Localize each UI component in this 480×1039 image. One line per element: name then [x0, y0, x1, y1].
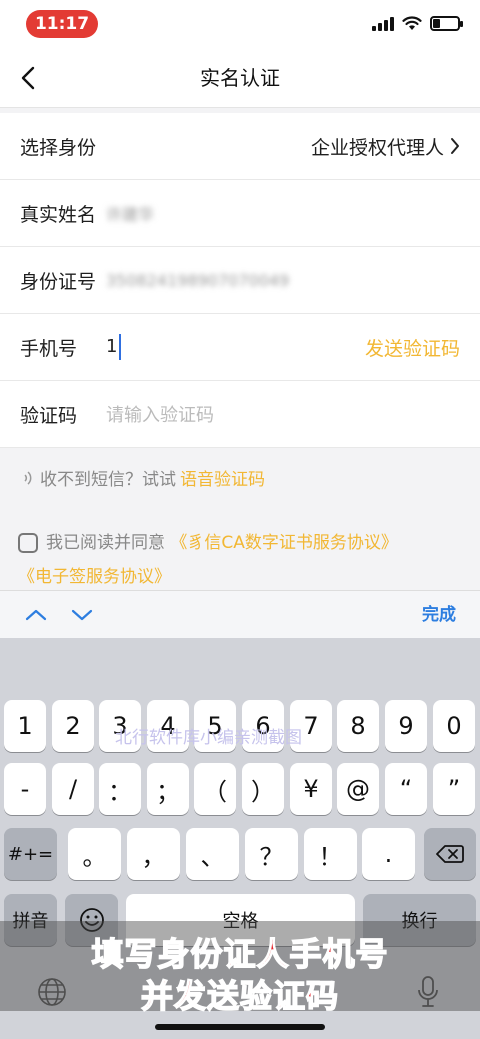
- code-label: 验证码: [20, 404, 78, 427]
- caption-line-2: 并发送验证码: [140, 976, 339, 1016]
- key-slash[interactable]: /: [52, 763, 94, 815]
- key-7[interactable]: 7: [290, 700, 332, 752]
- key-colon[interactable]: ：: [99, 763, 141, 815]
- cellular-signal-icon: [372, 16, 394, 31]
- key-period-cn[interactable]: 。: [68, 828, 121, 880]
- key-1[interactable]: 1: [4, 700, 46, 752]
- code-input[interactable]: 请输入验证码: [106, 401, 214, 427]
- status-bar: 11:17: [0, 0, 480, 48]
- voice-tip-text: 收不到短信？试试: [40, 470, 176, 490]
- status-time: 11:17: [26, 10, 98, 38]
- phone-value: 1: [106, 336, 118, 357]
- name-field[interactable]: 许建华: [106, 201, 154, 225]
- chevron-down-icon: [71, 609, 93, 621]
- home-indicator: [155, 1024, 325, 1030]
- instruction-caption: 填写身份证人手机号 并发送验证码: [0, 921, 480, 1016]
- send-code-button[interactable]: 发送验证码: [365, 334, 460, 361]
- navigation-bar: 实名认证: [0, 48, 480, 108]
- sound-waves-icon: [24, 470, 32, 485]
- key-at[interactable]: @: [337, 763, 379, 815]
- voice-code-tip: 收不到短信？试试 语音验证码: [22, 465, 265, 490]
- caption-line-1: 填写身份证人手机号: [91, 934, 389, 974]
- key-exclamation[interactable]: ！: [304, 828, 357, 880]
- key-5[interactable]: 5: [194, 700, 236, 752]
- identity-row[interactable]: 选择身份 企业授权代理人: [0, 113, 480, 180]
- symbols-mode-key[interactable]: #+=: [4, 828, 57, 880]
- battery-icon: [430, 16, 463, 31]
- text-cursor: [119, 334, 122, 360]
- key-left-quote[interactable]: “: [385, 763, 427, 815]
- id-number-field[interactable]: 350824198907070049: [106, 271, 289, 290]
- key-left-paren[interactable]: （: [194, 763, 236, 815]
- identity-label: 选择身份: [20, 136, 97, 159]
- name-label: 真实姓名: [20, 203, 97, 226]
- phone-label: 手机号: [20, 337, 78, 360]
- key-8[interactable]: 8: [337, 700, 379, 752]
- ca-certificate-agreement-link[interactable]: 《豸信CA数字证书服务协议》: [170, 533, 398, 553]
- key-right-quote[interactable]: ”: [433, 763, 475, 815]
- key-4[interactable]: 4: [147, 700, 189, 752]
- key-semicolon[interactable]: ；: [147, 763, 189, 815]
- status-icons: [372, 16, 463, 31]
- key-hyphen[interactable]: -: [4, 763, 46, 815]
- phone-field[interactable]: 1: [106, 334, 122, 360]
- id-number-row: 身份证号 350824198907070049: [0, 247, 480, 314]
- identity-selector[interactable]: 企业授权代理人: [311, 133, 460, 160]
- backspace-icon: [436, 845, 464, 863]
- key-6[interactable]: 6: [242, 700, 284, 752]
- key-3[interactable]: 3: [99, 700, 141, 752]
- wifi-icon: [402, 16, 422, 30]
- name-row: 真实姓名 许建华: [0, 180, 480, 247]
- key-0[interactable]: 0: [433, 700, 475, 752]
- key-yen[interactable]: ¥: [290, 763, 332, 815]
- chevron-up-icon: [25, 609, 47, 621]
- key-comma[interactable]: ，: [127, 828, 180, 880]
- page-title: 实名认证: [200, 66, 280, 90]
- key-dot[interactable]: .: [362, 828, 415, 880]
- verification-form: 选择身份 企业授权代理人 真实姓名 许建华 身份证号 3508241989070…: [0, 113, 480, 448]
- agreement-checkbox[interactable]: [18, 533, 38, 553]
- key-question[interactable]: ？: [245, 828, 298, 880]
- agreement-section: 我已阅读并同意 《豸信CA数字证书服务协议》 《电子签服务协议》: [18, 526, 468, 594]
- code-row: 验证码 请输入验证码: [0, 381, 480, 448]
- id-number-label: 身份证号: [20, 270, 97, 293]
- phone-row: 手机号 1 发送验证码: [0, 314, 480, 381]
- keyboard-toolbar: 完成: [0, 590, 480, 638]
- chevron-right-icon: [451, 138, 459, 154]
- next-field-button[interactable]: [68, 603, 96, 627]
- backspace-key[interactable]: [424, 828, 476, 880]
- agreement-text: 我已阅读并同意: [46, 533, 165, 553]
- identity-value: 企业授权代理人: [310, 136, 444, 159]
- voice-code-link[interactable]: 语音验证码: [180, 465, 265, 490]
- key-2[interactable]: 2: [52, 700, 94, 752]
- previous-field-button[interactable]: [22, 603, 50, 627]
- done-button[interactable]: 完成: [422, 591, 456, 639]
- key-right-paren[interactable]: ）: [242, 763, 284, 815]
- e-sign-agreement-link[interactable]: 《电子签服务协议》: [18, 567, 171, 587]
- key-enum-comma[interactable]: 、: [186, 828, 239, 880]
- key-9[interactable]: 9: [385, 700, 427, 752]
